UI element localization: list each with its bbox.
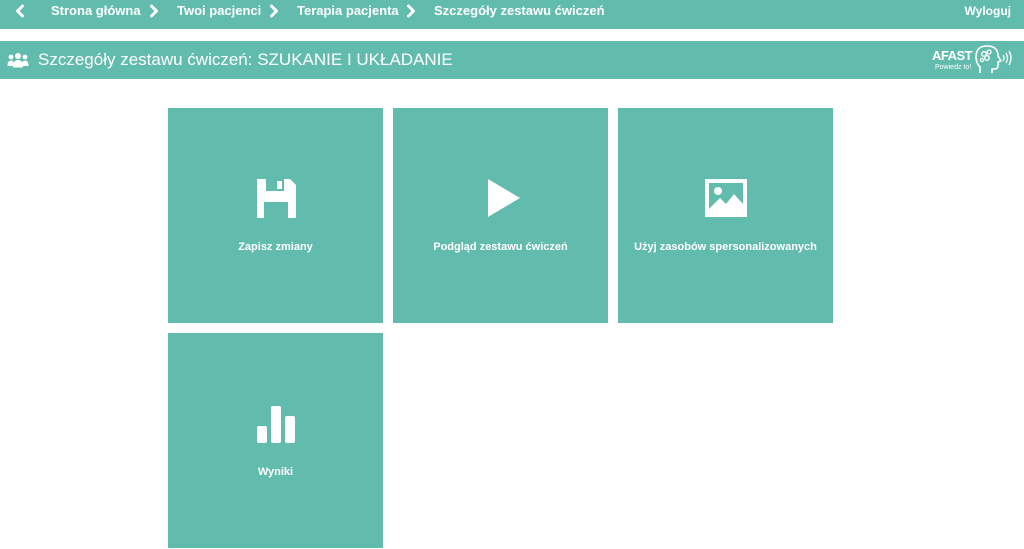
chevron-right-icon xyxy=(270,4,278,18)
image-icon xyxy=(704,179,747,217)
personalized-resources-tile[interactable]: Użyj zasobów spersonalizowanych xyxy=(618,108,833,323)
chevron-right-icon xyxy=(150,4,158,18)
floppy-disk-icon xyxy=(256,179,296,218)
breadcrumb-patients[interactable]: Twoi pacjenci xyxy=(177,0,261,22)
breadcrumb-patient-therapy[interactable]: Terapia pacjenta xyxy=(297,0,399,22)
play-icon xyxy=(487,179,520,217)
page-header: Szczegóły zestawu ćwiczeń: SZUKANIE I UK… xyxy=(0,41,1024,79)
chevron-left-icon[interactable] xyxy=(13,4,27,18)
logout-link[interactable]: Wyloguj xyxy=(965,0,1011,22)
preview-exercise-set-label: Podgląd zestawu ćwiczeń xyxy=(433,241,568,253)
preview-exercise-set-tile[interactable]: Podgląd zestawu ćwiczeń xyxy=(393,108,608,323)
save-changes-label: Zapisz zmiany xyxy=(238,241,313,253)
save-changes-tile[interactable]: Zapisz zmiany xyxy=(168,108,383,323)
speaking-head-icon xyxy=(975,45,1012,73)
afast-logo: AFAST Powiedz to! xyxy=(932,43,1016,77)
logo-brand: AFAST xyxy=(932,48,973,63)
breadcrumb-home[interactable]: Strona główna xyxy=(51,0,141,22)
chevron-right-icon xyxy=(407,4,415,18)
breadcrumb-bar: Strona główna Twoi pacjenci Terapia pacj… xyxy=(0,0,1024,29)
results-tile[interactable]: Wyniki xyxy=(168,333,383,548)
results-label: Wyniki xyxy=(257,466,294,478)
logo-tagline: Powiedz to! xyxy=(935,64,972,71)
page-title: Szczegóły zestawu ćwiczeń: SZUKANIE I UK… xyxy=(38,50,453,69)
bar-chart-icon xyxy=(256,406,295,443)
breadcrumb-exercise-set-details[interactable]: Szczegóły zestawu ćwiczeń xyxy=(434,0,605,22)
users-icon xyxy=(7,53,29,68)
personalized-resources-label: Użyj zasobów spersonalizowanych xyxy=(634,241,817,253)
